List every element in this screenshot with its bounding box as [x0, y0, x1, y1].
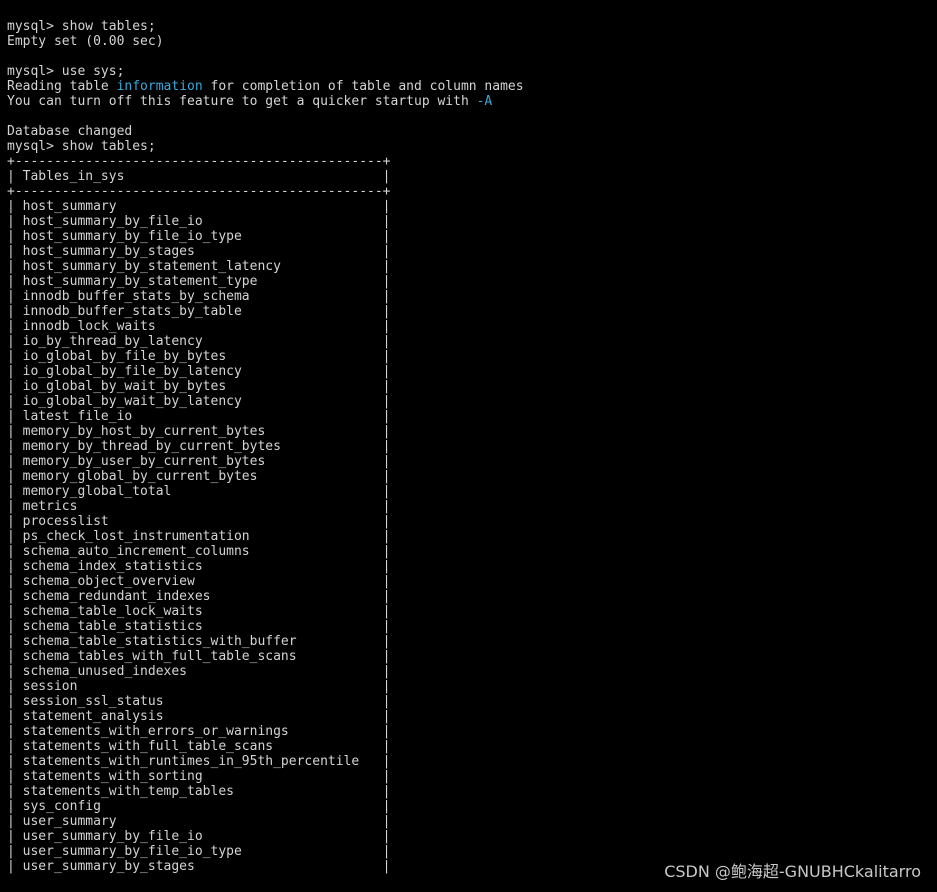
terminal-line: mysql> show tables; [7, 19, 156, 34]
terminal-line: Reading table information for completion… [7, 79, 524, 94]
terminal-line: | schema_table_statistics_with_buffer | [7, 634, 391, 649]
terminal-line: | host_summary_by_file_io_type | [7, 229, 391, 244]
terminal-line: | Tables_in_sys | [7, 169, 391, 184]
terminal-line: | memory_by_thread_by_current_bytes | [7, 439, 391, 454]
highlighted-word: information [116, 79, 203, 94]
terminal-line: | session | [7, 679, 391, 694]
line-text: Reading table [7, 79, 117, 94]
terminal-line: mysql> show tables; [7, 139, 156, 154]
terminal-line: | io_global_by_wait_by_bytes | [7, 379, 391, 394]
terminal-line: | memory_by_host_by_current_bytes | [7, 424, 391, 439]
terminal-line: | statements_with_temp_tables | [7, 784, 391, 799]
terminal-line: | statements_with_full_table_scans | [7, 739, 391, 754]
terminal-line: | memory_by_user_by_current_bytes | [7, 454, 391, 469]
terminal-line: | io_by_thread_by_latency | [7, 334, 391, 349]
terminal-line: | io_global_by_file_by_latency | [7, 364, 391, 379]
terminal-line: | io_global_by_file_by_bytes | [7, 349, 391, 364]
terminal-line: | schema_object_overview | [7, 574, 391, 589]
terminal-line: | processlist | [7, 514, 391, 529]
terminal-line: | statements_with_runtimes_in_95th_perce… [7, 754, 391, 769]
terminal-line: | statement_analysis | [7, 709, 391, 724]
terminal-output: mysql> show tables; Empty set (0.00 sec) m… [7, 19, 524, 874]
terminal-line: | sys_config | [7, 799, 391, 814]
terminal-line: | io_global_by_wait_by_latency | [7, 394, 391, 409]
terminal-line: | host_summary_by_statement_latency | [7, 259, 391, 274]
terminal-line: | user_summary | [7, 814, 391, 829]
terminal-line: | schema_tables_with_full_table_scans | [7, 649, 391, 664]
terminal-line: Empty set (0.00 sec) [7, 34, 164, 49]
terminal-line: | ps_check_lost_instrumentation | [7, 529, 391, 544]
terminal-line: | schema_table_statistics | [7, 619, 391, 634]
highlighted-word: -A [476, 94, 493, 109]
terminal-line: | statements_with_errors_or_warnings | [7, 724, 391, 739]
terminal-line: | innodb_buffer_stats_by_table | [7, 304, 391, 319]
terminal-line: | schema_redundant_indexes | [7, 589, 391, 604]
terminal-line: | host_summary_by_statement_type | [7, 274, 391, 289]
terminal-line: | host_summary_by_file_io | [7, 214, 391, 229]
line-text: for completion of table and column names [202, 79, 524, 94]
terminal-line: | user_summary_by_file_io | [7, 829, 391, 844]
terminal-line: | metrics | [7, 499, 391, 514]
terminal-line: | user_summary_by_file_io_type | [7, 844, 391, 859]
terminal-line: | latest_file_io | [7, 409, 391, 424]
terminal-line: | schema_index_statistics | [7, 559, 391, 574]
terminal-line: | memory_global_by_current_bytes | [7, 469, 391, 484]
terminal-line: | schema_table_lock_waits | [7, 604, 391, 619]
terminal-line: | memory_global_total | [7, 484, 391, 499]
terminal-line: | innodb_lock_waits | [7, 319, 391, 334]
terminal-line: +---------------------------------------… [7, 154, 391, 169]
terminal-line: Database changed [7, 124, 133, 139]
terminal-line: | schema_auto_increment_columns | [7, 544, 391, 559]
watermark: CSDN @鲍海超-GNUBHCkalitarro [664, 862, 921, 881]
terminal-line: | schema_unused_indexes | [7, 664, 391, 679]
terminal-line: | host_summary_by_stages | [7, 244, 391, 259]
line-text: You can turn off this feature to get a q… [7, 94, 477, 109]
terminal-line: | user_summary_by_stages | [7, 859, 391, 874]
terminal-line: | host_summary | [7, 199, 391, 214]
terminal-line: | innodb_buffer_stats_by_schema | [7, 289, 391, 304]
terminal-line: | statements_with_sorting | [7, 769, 391, 784]
terminal-line: | session_ssl_status | [7, 694, 391, 709]
terminal-line: mysql> use sys; [7, 64, 125, 79]
terminal-line: +---------------------------------------… [7, 184, 391, 199]
terminal-window[interactable]: mysql> show tables; Empty set (0.00 sec) m… [0, 0, 937, 892]
terminal-line: You can turn off this feature to get a q… [7, 94, 524, 109]
